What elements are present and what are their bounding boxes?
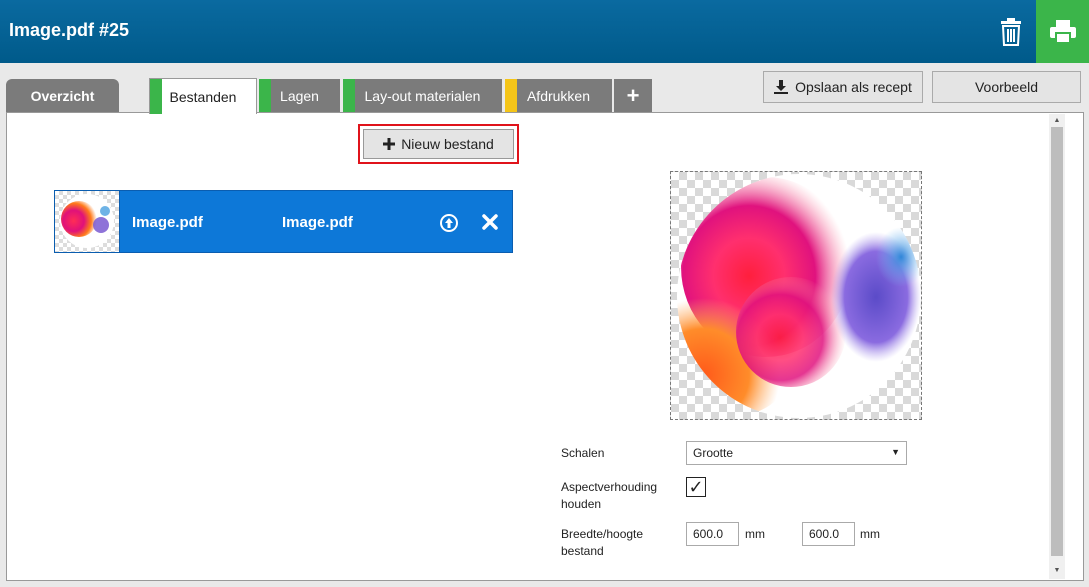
width-unit: mm xyxy=(745,527,765,541)
download-icon xyxy=(774,80,789,94)
file-name: Image.pdf xyxy=(132,214,203,231)
file-list-item[interactable]: Image.pdf Image.pdf xyxy=(54,190,513,253)
tab-afdrukken[interactable]: Afdrukken xyxy=(505,79,612,113)
tab-status-stripe xyxy=(150,79,162,114)
scroll-up-arrow-icon[interactable]: ▲ xyxy=(1051,116,1063,126)
save-recipe-button[interactable]: Opslaan als recept xyxy=(763,71,923,103)
tab-bestanden[interactable]: Bestanden xyxy=(149,78,257,114)
close-icon[interactable] xyxy=(481,213,499,236)
printer-icon xyxy=(1049,19,1076,44)
chevron-down-icon: ▼ xyxy=(891,447,900,457)
page-title: Image.pdf #25 xyxy=(9,20,130,40)
scale-label: Schalen xyxy=(561,446,605,460)
files-panel xyxy=(6,112,1084,581)
size-label: Breedte/hoogte bestand xyxy=(561,527,644,558)
upload-circle-icon[interactable] xyxy=(439,213,459,238)
trash-icon xyxy=(1001,17,1021,46)
tab-overzicht[interactable]: Overzicht xyxy=(6,79,119,113)
tab-status-stripe xyxy=(259,79,271,113)
tab-label: Overzicht xyxy=(30,88,95,104)
plus-icon xyxy=(383,138,396,150)
tab-label: Afdrukken xyxy=(526,88,591,104)
print-button[interactable] xyxy=(1036,0,1089,63)
delete-button[interactable] xyxy=(986,0,1036,63)
checkmark-icon: ✓ xyxy=(688,477,704,497)
height-input[interactable]: 600.0 xyxy=(802,522,855,546)
scroll-down-arrow-icon[interactable]: ▼ xyxy=(1051,566,1063,576)
scrollbar-thumb[interactable] xyxy=(1051,127,1063,556)
file-display-name: Image.pdf xyxy=(282,214,353,231)
aspect-ratio-checkbox[interactable]: ✓ xyxy=(686,477,706,497)
file-thumbnail xyxy=(55,191,120,252)
preview-button[interactable]: Voorbeeld xyxy=(932,71,1081,103)
add-tab-button[interactable]: + xyxy=(614,79,652,113)
plus-icon: + xyxy=(626,83,640,108)
tab-layout-materialen[interactable]: Lay-out materialen xyxy=(343,79,502,113)
tab-label: Bestanden xyxy=(169,88,237,105)
tab-status-stripe xyxy=(343,79,355,113)
width-input[interactable]: 600.0 xyxy=(686,522,739,546)
new-file-button[interactable]: Nieuw bestand xyxy=(363,129,514,159)
tab-label: Lay-out materialen xyxy=(364,88,481,104)
tab-status-stripe xyxy=(505,79,517,113)
preview-image xyxy=(677,174,921,418)
scale-select[interactable]: Grootte ▼ xyxy=(686,441,907,465)
scale-value: Grootte xyxy=(693,446,734,460)
file-preview xyxy=(670,171,922,420)
preview-label: Voorbeeld xyxy=(974,79,1039,95)
new-file-label: Nieuw bestand xyxy=(401,136,494,152)
tab-label: Lagen xyxy=(280,88,319,104)
save-recipe-label: Opslaan als recept xyxy=(795,79,912,95)
height-unit: mm xyxy=(860,527,880,541)
aspect-ratio-label: Aspectverhouding houden xyxy=(561,480,658,511)
tab-lagen[interactable]: Lagen xyxy=(259,79,340,113)
app-header: Image.pdf #25 xyxy=(0,0,1089,63)
